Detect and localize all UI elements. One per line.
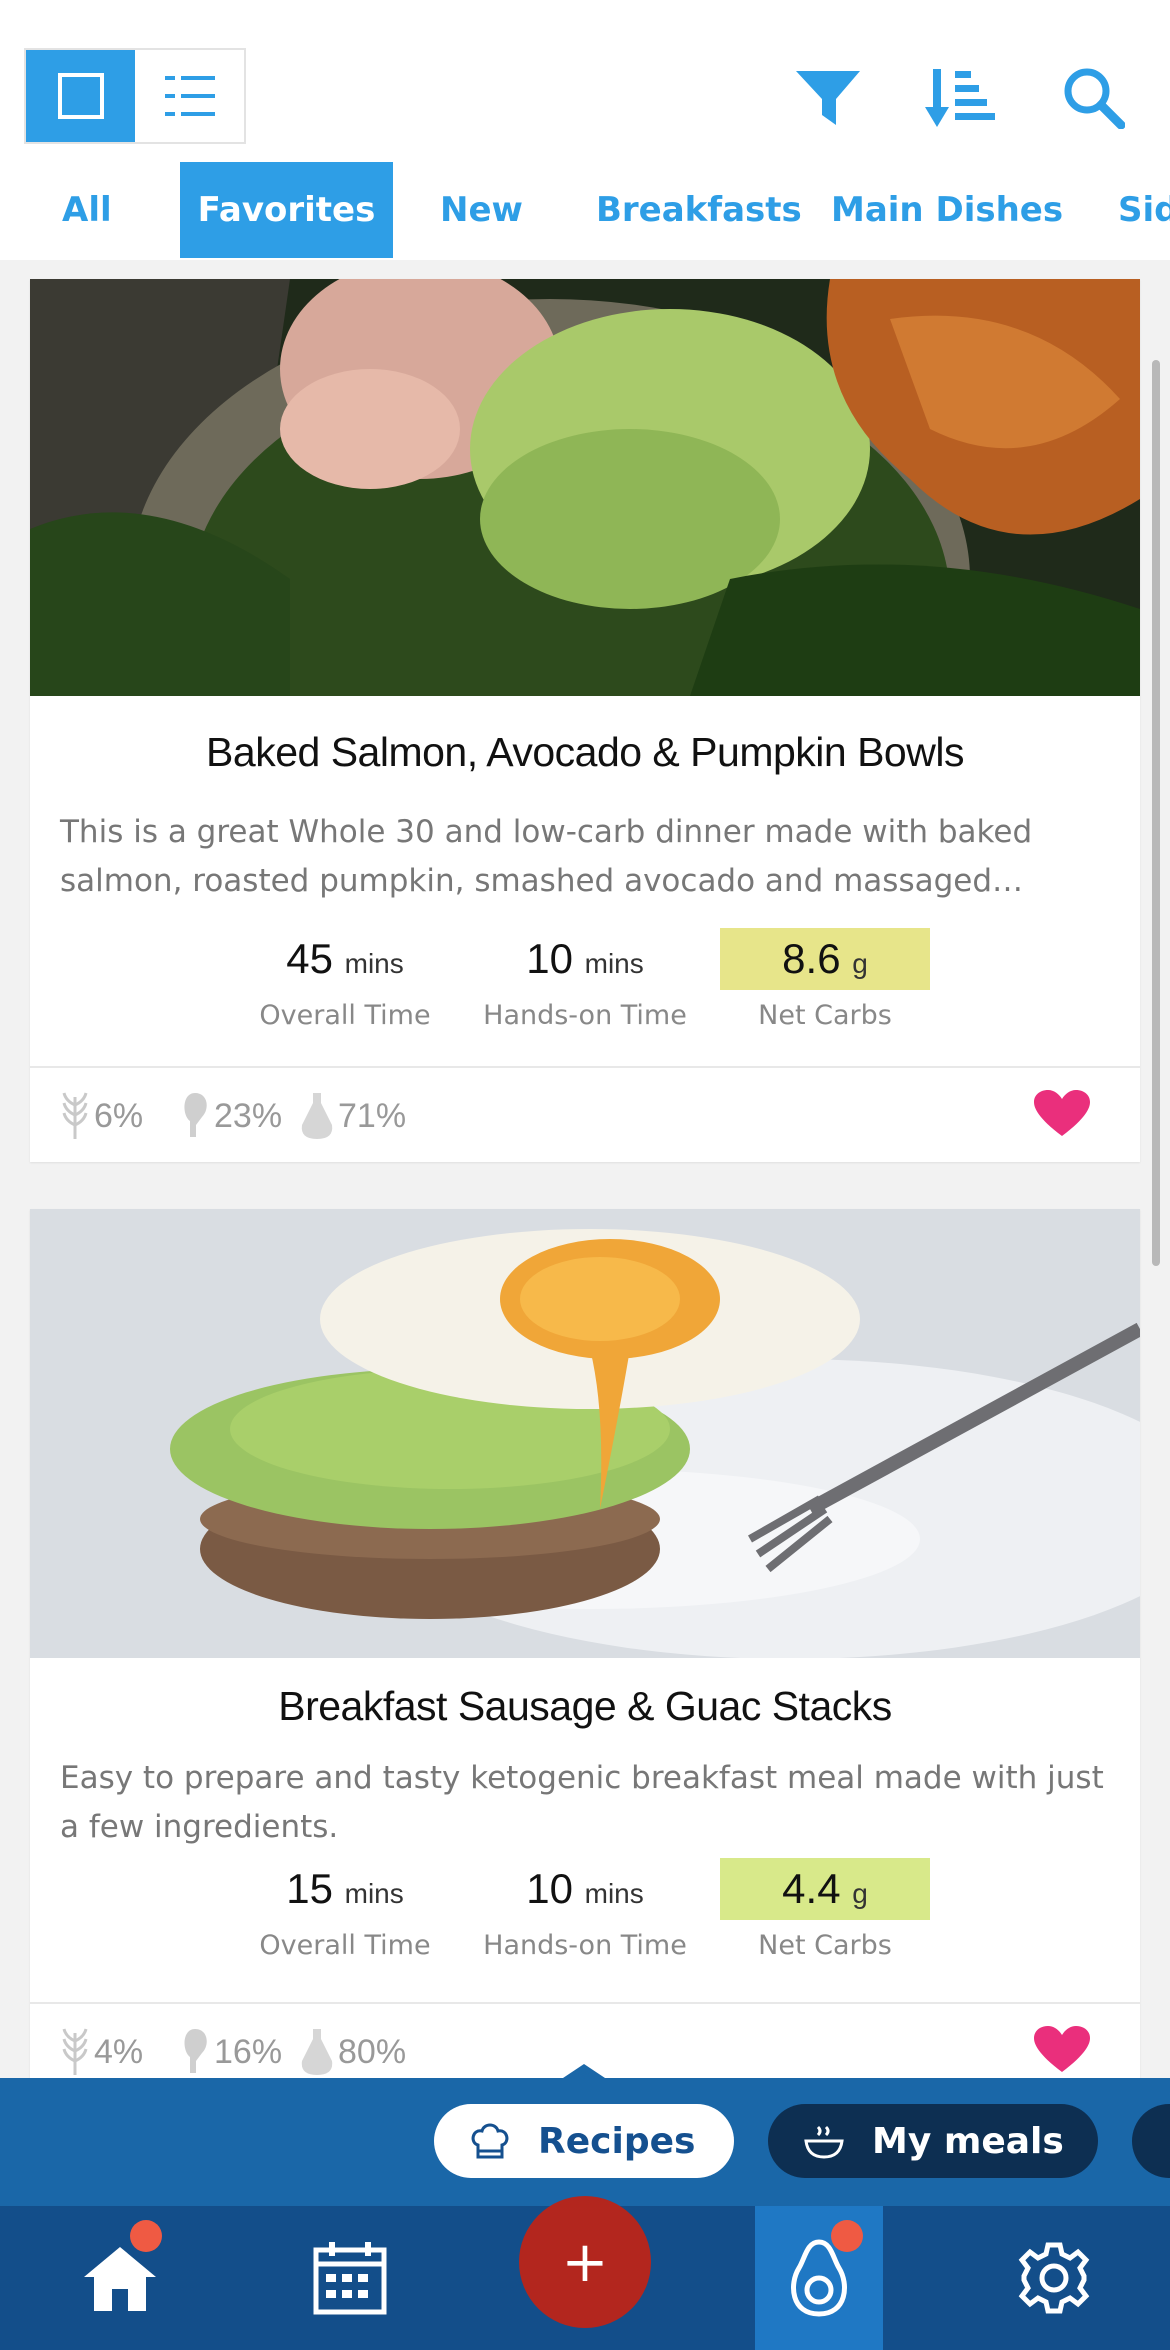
recipe-title: Baked Salmon, Avocado & Pumpkin Bowls — [206, 729, 964, 775]
recipe-title: Breakfast Sausage & Guac Stacks — [278, 1683, 892, 1729]
recipe-card[interactable]: Breakfast Sausage & Guac Stacks Easy to … — [30, 1209, 1140, 2098]
filter-icon[interactable] — [792, 62, 864, 134]
wheat-icon — [62, 2028, 88, 2075]
overall-time-unit: mins — [344, 1878, 404, 1909]
carbs-percent: 4% — [94, 2032, 144, 2071]
add-button[interactable]: + — [519, 2196, 651, 2328]
overall-time-label: Overall Time — [259, 1930, 431, 1961]
home-tab[interactable] — [60, 2206, 180, 2350]
bowl-icon — [804, 2125, 844, 2159]
drumstick-icon — [184, 1093, 207, 1137]
my-meals-tab-label: My meals — [872, 2120, 1064, 2162]
overall-time-unit: mins — [344, 948, 404, 979]
home-notification-badge — [130, 2220, 162, 2252]
hands-on-time-value: 10 — [526, 935, 573, 982]
drumstick-icon — [184, 2029, 207, 2073]
hands-on-time: 10 mins Hands-on Time — [480, 928, 690, 1031]
category-tabs: All Favorites New Breakfasts Main Dishes… — [0, 162, 1170, 260]
overall-time: 45 mins Overall Time — [240, 928, 450, 1031]
calendar-icon — [313, 2242, 387, 2315]
overall-time: 15 mins Overall Time — [240, 1858, 450, 1961]
recipes-screen: All Favorites New Breakfasts Main Dishes… — [0, 0, 1170, 2350]
tab-new[interactable]: New — [440, 162, 523, 258]
section-switcher: Recipes My meals — [0, 2078, 1170, 2206]
settings-tab[interactable] — [994, 2206, 1114, 2350]
square-icon — [57, 73, 104, 119]
view-toggle — [24, 48, 246, 144]
hands-on-time-unit: mins — [584, 1878, 644, 1909]
net-carbs: 8.6 g Net Carbs — [720, 928, 930, 1031]
oil-bottle-icon — [301, 2029, 333, 2075]
overall-time-label: Overall Time — [259, 1000, 431, 1031]
favorite-heart-icon[interactable] — [1034, 2026, 1090, 2074]
recipe-photo — [30, 279, 1140, 696]
hands-on-time-unit: mins — [584, 948, 644, 979]
search-icon[interactable] — [1058, 62, 1130, 134]
carbs-macro: 6% — [60, 1068, 143, 1164]
overall-time-value: 45 — [286, 935, 333, 982]
settings-icon — [1018, 2242, 1090, 2314]
recipe-description: This is a great Whole 30 and low-carb di… — [60, 814, 1033, 899]
recipe-stats: 15 mins Overall Time 10 mins Hands-on Ti… — [30, 1858, 1140, 2002]
tab-sides[interactable]: Sid — [1118, 162, 1170, 258]
recipe-photo — [30, 1209, 1140, 1658]
net-carbs-label: Net Carbs — [758, 1000, 892, 1031]
list-view-button[interactable] — [135, 50, 244, 142]
net-carbs-unit: g — [852, 948, 868, 979]
fat-percent: 71% — [338, 1096, 407, 1135]
net-carbs: 4.4 g Net Carbs — [720, 1858, 930, 1961]
more-sections-tab-button[interactable] — [1132, 2104, 1170, 2178]
net-carbs-value: 8.6 — [782, 935, 841, 982]
tab-all[interactable]: All — [62, 162, 112, 258]
hands-on-time-value: 10 — [526, 1865, 573, 1912]
overall-time-value: 15 — [286, 1865, 333, 1912]
net-carbs-label: Net Carbs — [758, 1930, 892, 1961]
my-meals-tab-button[interactable]: My meals — [768, 2104, 1098, 2178]
calendar-tab[interactable] — [290, 2206, 410, 2350]
tab-breakfasts[interactable]: Breakfasts — [596, 162, 802, 258]
recipes-tab-label: Recipes — [538, 2120, 696, 2162]
carbs-percent: 6% — [94, 1096, 144, 1135]
fat-macro: 71% — [300, 1068, 406, 1164]
hands-on-time: 10 mins Hands-on Time — [480, 1858, 690, 1961]
sort-icon[interactable] — [924, 62, 996, 134]
favorite-heart-icon[interactable] — [1034, 1090, 1090, 1138]
hands-on-time-label: Hands-on Time — [483, 1000, 687, 1031]
protein-macro: 23% — [180, 1068, 282, 1164]
avocado-tab[interactable] — [755, 2206, 883, 2350]
recipe-stats: 45 mins Overall Time 10 mins Hands-on Ti… — [30, 928, 1140, 1066]
recipes-tab-button[interactable]: Recipes — [434, 2104, 734, 2178]
net-carbs-value: 4.4 — [782, 1865, 841, 1912]
chef-hat-icon — [471, 2123, 509, 2159]
scrollbar[interactable] — [1152, 360, 1160, 1266]
protein-percent: 23% — [214, 1096, 283, 1135]
top-toolbar: All Favorites New Breakfasts Main Dishes… — [0, 0, 1170, 260]
macro-breakdown: 6% 23% 71% — [30, 1066, 1140, 1162]
recipe-description: Easy to prepare and tasty ketogenic brea… — [60, 1760, 1104, 1845]
hands-on-time-label: Hands-on Time — [483, 1930, 687, 1961]
oil-bottle-icon — [301, 1093, 333, 1139]
tab-favorites[interactable]: Favorites — [180, 162, 393, 258]
wheat-icon — [62, 1092, 88, 1139]
home-icon — [84, 2247, 156, 2311]
fat-percent: 80% — [338, 2032, 407, 2071]
net-carbs-unit: g — [852, 1878, 868, 1909]
recipe-card[interactable]: Baked Salmon, Avocado & Pumpkin Bowls Th… — [30, 279, 1140, 1162]
avocado-notification-badge — [831, 2220, 863, 2252]
single-card-view-button[interactable] — [26, 50, 135, 142]
tab-main-dishes[interactable]: Main Dishes — [831, 162, 1063, 258]
protein-percent: 16% — [214, 2032, 283, 2071]
list-icon — [164, 76, 215, 116]
